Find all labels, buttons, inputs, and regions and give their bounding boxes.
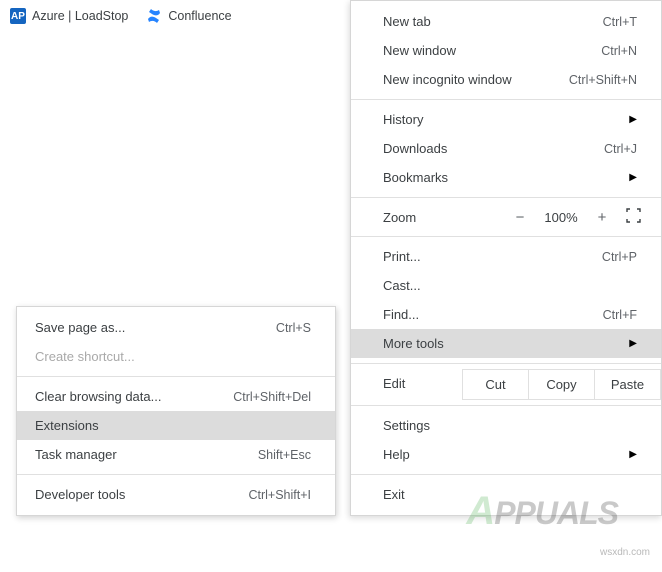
menu-label: New tab xyxy=(383,14,431,29)
menu-divider xyxy=(351,474,661,475)
menu-label: New incognito window xyxy=(383,72,512,87)
submenu-task-manager[interactable]: Task manager Shift+Esc xyxy=(17,440,335,469)
menu-divider xyxy=(17,376,335,377)
menu-label: Extensions xyxy=(35,418,99,433)
submenu-arrow-icon: ▶ xyxy=(629,338,637,349)
zoom-label: Zoom xyxy=(383,210,503,225)
submenu-create-shortcut: Create shortcut... xyxy=(17,342,335,371)
submenu-arrow-icon: ▶ xyxy=(629,449,637,460)
menu-edit-row: Edit Cut Copy Paste xyxy=(351,369,661,400)
bookmark-label: Azure | LoadStop xyxy=(32,9,128,23)
confluence-icon xyxy=(146,8,162,24)
submenu-developer-tools[interactable]: Developer tools Ctrl+Shift+I xyxy=(17,480,335,509)
zoom-value: 100% xyxy=(537,210,585,225)
menu-downloads[interactable]: Downloads Ctrl+J xyxy=(351,134,661,163)
menu-divider xyxy=(17,474,335,475)
watermark-site: wsxdn.com xyxy=(600,547,650,558)
menu-label: Save page as... xyxy=(35,320,125,335)
menu-new-tab[interactable]: New tab Ctrl+T xyxy=(351,7,661,36)
menu-label: Settings xyxy=(383,418,430,433)
bookmark-icon: AP xyxy=(10,8,26,24)
submenu-extensions[interactable]: Extensions xyxy=(17,411,335,440)
menu-shortcut: Ctrl+Shift+N xyxy=(569,73,637,87)
menu-label: New window xyxy=(383,43,456,58)
edit-actions: Cut Copy Paste xyxy=(462,369,661,400)
menu-label: Bookmarks xyxy=(383,170,448,185)
more-tools-submenu: Save page as... Ctrl+S Create shortcut..… xyxy=(16,306,336,516)
menu-help[interactable]: Help ▶ xyxy=(351,440,661,469)
menu-shortcut: Ctrl+J xyxy=(604,142,637,156)
cut-button[interactable]: Cut xyxy=(463,370,529,399)
submenu-arrow-icon: ▶ xyxy=(629,114,637,125)
menu-more-tools[interactable]: More tools ▶ xyxy=(351,329,661,358)
menu-new-incognito[interactable]: New incognito window Ctrl+Shift+N xyxy=(351,65,661,94)
submenu-clear-browsing-data[interactable]: Clear browsing data... Ctrl+Shift+Del xyxy=(17,382,335,411)
bookmark-azure-loadstop[interactable]: AP Azure | LoadStop xyxy=(10,8,128,24)
menu-label: Print... xyxy=(383,249,421,264)
menu-history[interactable]: History ▶ xyxy=(351,105,661,134)
menu-shortcut: Ctrl+N xyxy=(601,44,637,58)
menu-label: Help xyxy=(383,447,410,462)
copy-button[interactable]: Copy xyxy=(529,370,595,399)
menu-exit[interactable]: Exit xyxy=(351,480,661,509)
menu-label: Clear browsing data... xyxy=(35,389,161,404)
menu-label: Exit xyxy=(383,487,405,502)
menu-divider xyxy=(351,236,661,237)
menu-find[interactable]: Find... Ctrl+F xyxy=(351,300,661,329)
menu-zoom-row: Zoom − 100% + xyxy=(351,203,661,231)
bookmark-confluence[interactable]: Confluence xyxy=(146,8,231,24)
menu-label: Create shortcut... xyxy=(35,349,135,364)
menu-cast[interactable]: Cast... xyxy=(351,271,661,300)
menu-shortcut: Shift+Esc xyxy=(258,448,311,462)
menu-shortcut: Ctrl+Shift+I xyxy=(248,488,311,502)
menu-shortcut: Ctrl+Shift+Del xyxy=(233,390,311,404)
edit-label: Edit xyxy=(351,369,462,400)
menu-label: More tools xyxy=(383,336,444,351)
menu-label: Cast... xyxy=(383,278,421,293)
fullscreen-icon[interactable] xyxy=(619,208,647,226)
menu-label: Downloads xyxy=(383,141,447,156)
menu-divider xyxy=(351,405,661,406)
menu-new-window[interactable]: New window Ctrl+N xyxy=(351,36,661,65)
zoom-out-button[interactable]: − xyxy=(503,209,537,226)
menu-shortcut: Ctrl+P xyxy=(602,250,637,264)
menu-label: History xyxy=(383,112,423,127)
bookmark-label: Confluence xyxy=(168,9,231,23)
menu-shortcut: Ctrl+T xyxy=(603,15,637,29)
menu-label: Task manager xyxy=(35,447,117,462)
menu-shortcut: Ctrl+S xyxy=(276,321,311,335)
menu-settings[interactable]: Settings xyxy=(351,411,661,440)
menu-shortcut: Ctrl+F xyxy=(603,308,637,322)
menu-divider xyxy=(351,363,661,364)
menu-divider xyxy=(351,197,661,198)
paste-button[interactable]: Paste xyxy=(595,370,661,399)
submenu-save-page[interactable]: Save page as... Ctrl+S xyxy=(17,313,335,342)
menu-bookmarks[interactable]: Bookmarks ▶ xyxy=(351,163,661,192)
zoom-in-button[interactable]: + xyxy=(585,209,619,226)
menu-label: Developer tools xyxy=(35,487,125,502)
chrome-main-menu: New tab Ctrl+T New window Ctrl+N New inc… xyxy=(350,0,662,516)
menu-divider xyxy=(351,99,661,100)
menu-print[interactable]: Print... Ctrl+P xyxy=(351,242,661,271)
submenu-arrow-icon: ▶ xyxy=(629,172,637,183)
menu-label: Find... xyxy=(383,307,419,322)
